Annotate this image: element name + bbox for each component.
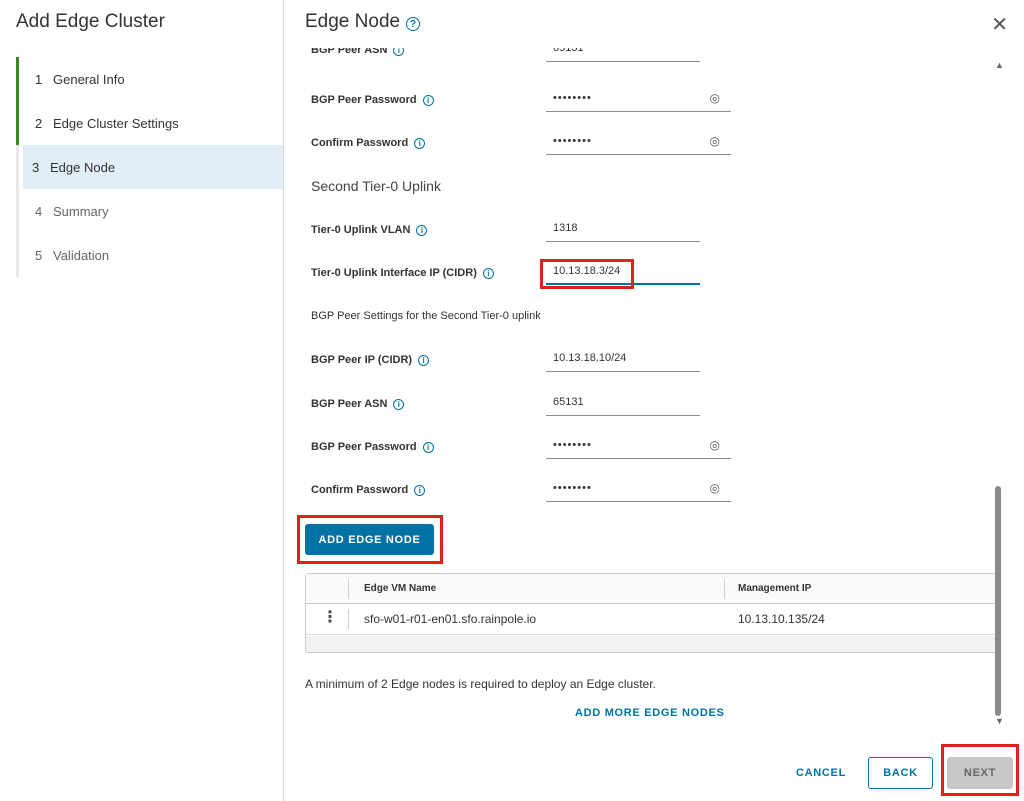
form-row-bgp-peer-ip: BGP Peer IP (CIDR) i 10.13.18.10/24 bbox=[311, 348, 731, 378]
step-label: Edge Cluster Settings bbox=[53, 115, 179, 131]
info-icon[interactable]: i bbox=[416, 224, 428, 236]
field-label: Confirm Password i bbox=[311, 137, 426, 149]
bgp-peer-password-field-1[interactable]: •••••••• ◎ bbox=[546, 88, 731, 112]
cell-management-ip: 10.13.10.135/24 bbox=[738, 612, 825, 626]
column-separator bbox=[348, 609, 349, 629]
step-label: General Info bbox=[53, 71, 125, 87]
step-edge-cluster-settings[interactable]: 2 Edge Cluster Settings bbox=[16, 101, 283, 145]
add-more-edge-nodes-link[interactable]: ADD MORE EDGE NODES bbox=[575, 707, 725, 719]
form-row-bgp-password-1: BGP Peer Password i •••••••• ◎ bbox=[311, 88, 731, 118]
step-label: Edge Node bbox=[50, 159, 116, 175]
page-title: Edge Node ? bbox=[305, 11, 421, 33]
close-icon[interactable]: ✕ bbox=[991, 12, 1008, 37]
wizard-sidebar: Add Edge Cluster 1 General Info 2 Edge C… bbox=[0, 0, 284, 801]
info-icon[interactable]: i bbox=[393, 398, 405, 410]
back-button[interactable]: BACK bbox=[868, 757, 933, 789]
info-icon[interactable]: i bbox=[422, 441, 434, 453]
scroll-down-arrow-icon[interactable]: ▼ bbox=[995, 716, 1004, 726]
eye-icon[interactable]: ◎ bbox=[710, 481, 721, 495]
step-validation: 5 Validation bbox=[16, 233, 283, 277]
confirm-password-field-1[interactable]: •••••••• ◎ bbox=[546, 131, 731, 155]
bgp-peer-asn-field[interactable]: 65131 bbox=[546, 392, 700, 416]
minimum-nodes-note: A minimum of 2 Edge nodes is required to… bbox=[305, 677, 656, 691]
form-row-cut-asn: BGP Peer ASN i 65131 bbox=[311, 48, 731, 72]
form-row-confirm-password-2: Confirm Password i •••••••• ◎ bbox=[311, 478, 731, 508]
column-separator bbox=[348, 579, 349, 599]
bgp-peer-settings-subheading: BGP Peer Settings for the Second Tier-0 … bbox=[311, 310, 541, 322]
table-row: ⋮ sfo-w01-r01-en01.sfo.rainpole.io 10.13… bbox=[306, 604, 998, 635]
confirm-password-field-2[interactable]: •••••••• ◎ bbox=[546, 478, 731, 502]
uplink-vlan-field[interactable]: 1318 bbox=[546, 218, 700, 242]
info-icon[interactable]: i bbox=[414, 137, 426, 149]
field-label: BGP Peer ASN i bbox=[311, 398, 405, 410]
column-header-edge-vm-name[interactable]: Edge VM Name bbox=[364, 583, 436, 594]
eye-icon[interactable]: ◎ bbox=[710, 91, 721, 105]
cell-edge-vm-name: sfo-w01-r01-en01.sfo.rainpole.io bbox=[364, 612, 537, 626]
info-icon[interactable]: i bbox=[422, 94, 434, 106]
uplink-interface-ip-field[interactable]: 10.13.18.3/24 bbox=[546, 261, 700, 285]
field-label: Tier-0 Uplink Interface IP (CIDR) i bbox=[311, 267, 494, 279]
step-general-info[interactable]: 1 General Info bbox=[16, 57, 283, 101]
info-icon[interactable]: i bbox=[393, 48, 405, 56]
wizard-steps: 1 General Info 2 Edge Cluster Settings 3… bbox=[16, 57, 283, 277]
field-label: BGP Peer Password i bbox=[311, 441, 434, 453]
help-icon[interactable]: ? bbox=[406, 17, 421, 31]
form-row-uplink-vlan: Tier-0 Uplink VLAN i 1318 bbox=[311, 218, 731, 248]
wizard-title: Add Edge Cluster bbox=[16, 11, 165, 32]
bgp-peer-asn-field-cut[interactable]: 65131 bbox=[546, 48, 700, 62]
field-label: BGP Peer ASN i bbox=[311, 48, 405, 56]
page-title-text: Edge Node bbox=[305, 11, 401, 32]
field-label: Confirm Password i bbox=[311, 484, 426, 496]
edge-node-table: Edge VM Name Management IP ⋮ sfo-w01-r01… bbox=[305, 573, 999, 653]
next-button[interactable]: NEXT bbox=[947, 757, 1013, 789]
column-header-management-ip[interactable]: Management IP bbox=[738, 583, 811, 594]
step-edge-node[interactable]: 3 Edge Node bbox=[23, 145, 283, 189]
section-heading-second-uplink: Second Tier-0 Uplink bbox=[311, 178, 441, 194]
scroll-up-arrow-icon[interactable]: ▲ bbox=[995, 60, 1004, 70]
step-number: 4 bbox=[35, 203, 43, 219]
eye-icon[interactable]: ◎ bbox=[710, 134, 721, 148]
field-label: BGP Peer Password i bbox=[311, 94, 434, 106]
step-number: 3 bbox=[32, 159, 40, 175]
add-edge-node-button[interactable]: ADD EDGE NODE bbox=[305, 524, 434, 555]
row-menu-icon[interactable]: ⋮ bbox=[322, 610, 338, 626]
scrollbar[interactable]: ▲ ▼ bbox=[992, 56, 1004, 728]
table-footer bbox=[306, 636, 998, 652]
info-icon[interactable]: i bbox=[414, 484, 426, 496]
bgp-peer-ip-field[interactable]: 10.13.18.10/24 bbox=[546, 348, 700, 372]
form-row-bgp-peer-asn: BGP Peer ASN i 65131 bbox=[311, 392, 731, 422]
step-number: 5 bbox=[35, 247, 43, 263]
column-separator bbox=[724, 579, 725, 599]
content-pane: Edge Node ? ✕ BGP Peer ASN i 65131 BGP Pe… bbox=[285, 0, 1024, 801]
eye-icon[interactable]: ◎ bbox=[710, 438, 721, 452]
cancel-button[interactable]: CANCEL bbox=[790, 758, 852, 788]
step-label: Summary bbox=[53, 203, 109, 219]
scrollbar-thumb[interactable] bbox=[995, 486, 1001, 716]
table-header: Edge VM Name Management IP bbox=[306, 574, 998, 604]
field-label: Tier-0 Uplink VLAN i bbox=[311, 224, 428, 236]
info-icon[interactable]: i bbox=[482, 267, 494, 279]
step-number: 2 bbox=[35, 115, 43, 131]
step-label: Validation bbox=[53, 247, 110, 263]
step-number: 1 bbox=[35, 71, 43, 87]
step-summary: 4 Summary bbox=[16, 189, 283, 233]
form-row-confirm-password-1: Confirm Password i •••••••• ◎ bbox=[311, 131, 731, 161]
form-row-uplink-ip: Tier-0 Uplink Interface IP (CIDR) i 10.13… bbox=[311, 261, 731, 291]
form-row-bgp-password-2: BGP Peer Password i •••••••• ◎ bbox=[311, 435, 731, 465]
info-icon[interactable]: i bbox=[418, 354, 430, 366]
bgp-peer-password-field-2[interactable]: •••••••• ◎ bbox=[546, 435, 731, 459]
field-label: BGP Peer IP (CIDR) i bbox=[311, 354, 430, 366]
